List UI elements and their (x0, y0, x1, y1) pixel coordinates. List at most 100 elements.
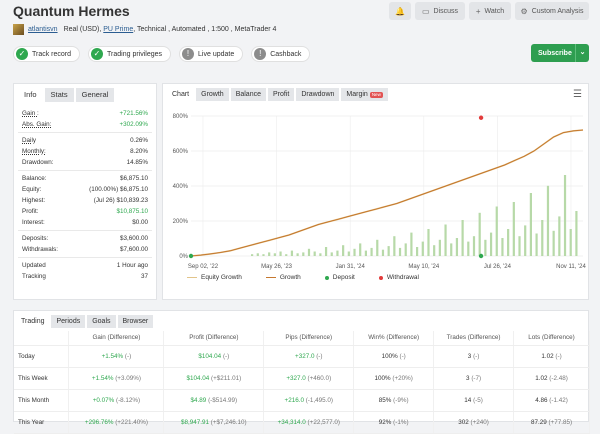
tab-periods[interactable]: Periods (51, 315, 86, 328)
avatar (13, 24, 24, 35)
activity-bar (285, 254, 288, 256)
tab-trading[interactable]: Trading (16, 315, 50, 328)
gain-cell: +1.54% (+3.09%) (68, 367, 165, 390)
tab-goals[interactable]: Goals (87, 315, 116, 328)
pips-value: +34,314.0 (277, 418, 306, 426)
author-link[interactable]: atlantisvn (28, 26, 58, 33)
withdrawal-marker (478, 115, 484, 120)
profit-difference: (+$211.01) (211, 374, 242, 382)
legend-deposit[interactable]: Deposit (324, 274, 355, 281)
chevron-down-icon[interactable]: ⌄ (575, 44, 589, 62)
stat-label: Equity: (22, 186, 42, 193)
chart-panel: Chart Growth Balance Profit Drawdown Mar… (162, 83, 589, 300)
tab-profit[interactable]: Profit (267, 88, 295, 101)
legend-withdrawal[interactable]: Withdrawal (378, 274, 419, 281)
check-icon: ✓ (91, 48, 104, 60)
lots-difference: (-2.48) (549, 374, 568, 382)
trades-difference: (-) (473, 352, 480, 360)
activity-bar (347, 251, 350, 256)
legend-equity[interactable]: Equity Growth (187, 274, 242, 281)
pips-difference: (-) (316, 352, 323, 360)
lots-cell: 1.02 (-) (513, 345, 590, 368)
badge-trading-privileges[interactable]: ✓ Trading privileges (88, 46, 172, 62)
lots-cell: 1.02 (-2.48) (513, 367, 590, 390)
tab-drawdown[interactable]: Drawdown (296, 88, 340, 101)
custom-analysis-button[interactable]: ⚙ Custom Analysis (515, 2, 589, 20)
divider (18, 132, 152, 133)
stat-row: Drawdown: 14.85% (18, 157, 152, 168)
stat-value: $7,600.00 (119, 246, 148, 253)
tab-stats[interactable]: Stats (44, 88, 74, 102)
gear-icon: ⚙ (520, 6, 528, 16)
stat-label: Drawdown: (22, 159, 54, 166)
activity-bar (319, 253, 322, 256)
activity-bar (552, 230, 555, 256)
col-period (14, 331, 70, 346)
info-icon: ! (254, 48, 267, 60)
activity-bar (268, 252, 271, 256)
tab-growth[interactable]: Growth (196, 88, 229, 101)
gain-value: +296.76% (84, 418, 114, 426)
activity-bar (370, 247, 373, 256)
activity-bar (444, 224, 447, 256)
lots-difference: (-) (555, 352, 562, 360)
activity-bar (256, 253, 259, 256)
badge-track-record[interactable]: ✓ Track record (13, 46, 81, 62)
tab-balance[interactable]: Balance (230, 88, 266, 101)
tab-general[interactable]: General (75, 88, 115, 102)
stat-value: $6,875.10 (119, 175, 148, 182)
activity-bar (484, 239, 487, 256)
divider (18, 230, 152, 231)
stats-panel: Info Stats General Gain : +721.56% Abs. Ga… (13, 83, 157, 300)
stat-row: Daily 0.26% (18, 135, 152, 146)
tab-browser[interactable]: Browser (117, 315, 154, 328)
notify-button[interactable]: 🔔 (389, 2, 411, 20)
legend-growth[interactable]: Growth (265, 274, 301, 281)
trades-value: 3 (467, 352, 472, 360)
activity-bar (467, 241, 470, 256)
table-header: Gain (Difference) Profit (Difference) Pi… (14, 331, 590, 346)
stats-tabs: Info Stats General (18, 88, 152, 102)
activity-bar (251, 254, 254, 256)
activity-bar (575, 211, 578, 256)
profit-value: $4.89 (190, 396, 207, 404)
gain-value: +1.54% (91, 374, 114, 382)
badge-live-update[interactable]: ! Live update (179, 46, 244, 62)
stat-row: Highest: (Jul 26) $10,839.23 (18, 195, 152, 206)
activity-bar (381, 249, 385, 256)
system-meta: atlantisvn Real (USD), PU Prime , Techni… (13, 24, 276, 35)
badge-label: Track record (32, 50, 72, 58)
discuss-button[interactable]: ▭ Discuss (415, 2, 465, 20)
tab-info[interactable]: Info (18, 88, 43, 102)
broker-link[interactable]: PU Prime (103, 26, 133, 33)
subscribe-button[interactable]: Subscribe ⌄ (531, 44, 589, 62)
stat-label: Balance: (22, 175, 47, 182)
activity-bar (558, 216, 561, 256)
stat-value: (100.00%) $6,875.10 (89, 186, 148, 193)
trades-value: 3 (466, 374, 470, 382)
badge-cashback[interactable]: ! Cashback (251, 46, 311, 62)
win-cell: 85% (-9%) (353, 389, 435, 412)
table-row: This Week +1.54% (+3.09%) $104.04 (+$211.0… (14, 367, 590, 390)
win-value: 100% (381, 352, 398, 360)
activity-bar (296, 253, 299, 256)
y-tick-label: 0% (179, 254, 188, 260)
badge-label: Live update (198, 50, 235, 58)
stat-value: 8.20% (130, 148, 148, 155)
divider (18, 257, 152, 258)
win-difference: (-9%) (393, 396, 409, 404)
stat-label: Interest: (22, 219, 45, 226)
watch-button[interactable]: + Watch (469, 2, 511, 20)
profit-difference: (-) (222, 352, 230, 360)
profit-value: $104.04 (186, 374, 210, 382)
activity-bar (472, 236, 476, 256)
settings-sliders-icon[interactable]: ☰ (573, 89, 582, 100)
tab-margin[interactable]: Margin New (341, 88, 388, 101)
win-cell: 92% (-1%) (353, 411, 435, 434)
period-cell: This Month (14, 389, 70, 412)
x-tick-label: Jan 31, '24 (336, 264, 366, 270)
tab-chart[interactable]: Chart (167, 88, 195, 101)
gain-difference: (-) (124, 352, 132, 360)
analysis-label: Custom Analysis (531, 7, 584, 15)
header: Quantum Hermes atlantisvn Real (USD), PU… (0, 0, 600, 74)
